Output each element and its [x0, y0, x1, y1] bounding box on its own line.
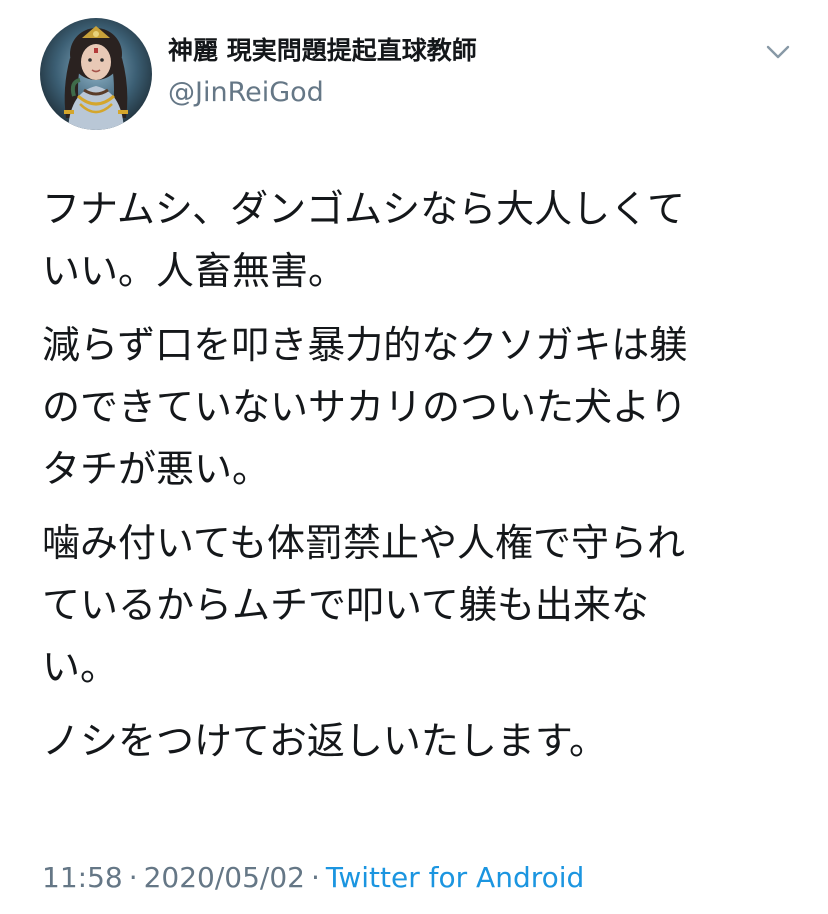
- tweet-paragraph: ノシをつけてお返しいたします。: [42, 719, 608, 763]
- tweet-menu-button[interactable]: [762, 40, 794, 64]
- tweet-card: 神麗 現実問題提起直球教師 @JinReiGod フナムシ、ダンゴムシなら大人し…: [0, 0, 828, 914]
- meta-separator: ·: [311, 861, 320, 894]
- meta-separator: ·: [128, 861, 138, 894]
- author-handle[interactable]: @JinReiGod: [168, 76, 324, 110]
- tweet-metadata: 11:58 · 2020/05/02 · Twitter for Android: [42, 860, 584, 896]
- tweet-paragraph: 減らず口を叩き暴力的なクソガキは躾 のできていないサカリのついた犬より タチが悪…: [42, 323, 688, 491]
- author-display-name[interactable]: 神麗 現実問題提起直球教師: [168, 34, 477, 68]
- tweet-paragraph: 噛み付いても体罰禁止や人権で守られ ているからムチで叩いて躾も出来な い。: [42, 521, 685, 689]
- chevron-down-icon: [766, 45, 790, 59]
- tweet-time[interactable]: 11:58: [42, 861, 123, 894]
- deity-portrait-avatar-icon: [40, 18, 152, 130]
- tweet-text: フナムシ、ダンゴムシなら大人しくて いい。人畜無害。 減らず口を叩き暴力的なクソ…: [42, 178, 802, 784]
- avatar[interactable]: [40, 18, 152, 130]
- tweet-source-link[interactable]: Twitter for Android: [326, 861, 584, 894]
- tweet-date[interactable]: 2020/05/02: [144, 861, 305, 894]
- tweet-paragraph: フナムシ、ダンゴムシなら大人しくて いい。人畜無害。: [42, 187, 685, 293]
